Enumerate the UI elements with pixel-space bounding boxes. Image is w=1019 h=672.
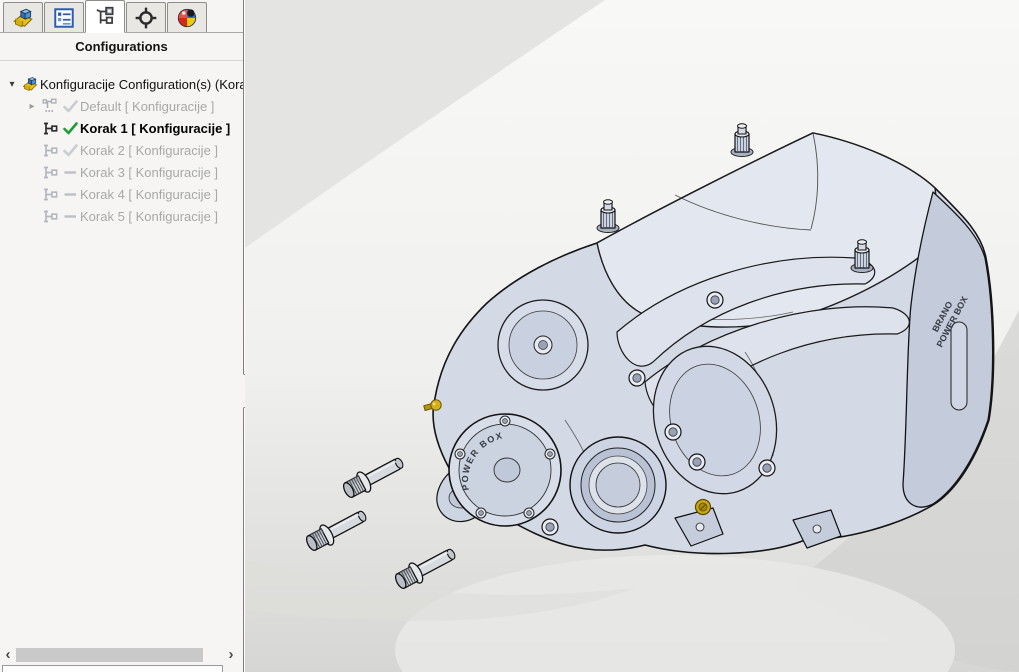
socket-screw-icon xyxy=(542,519,558,535)
configuration-manager-panel: Configurations ▾ Konfiguracije Configura… xyxy=(0,0,244,672)
gold-plug xyxy=(696,500,711,515)
tree-root-label: Konfiguracije Configuration(s) (Kora xyxy=(40,77,243,92)
status-check-icon xyxy=(60,100,80,113)
socket-screw-icon xyxy=(759,460,775,476)
socket-screw-icon xyxy=(629,370,645,386)
configuration-flag-icon xyxy=(40,187,60,202)
front-cap[interactable]: POWER BOX xyxy=(449,414,561,526)
tab-displaymanager[interactable] xyxy=(167,2,207,32)
tree-item-korak-2[interactable]: Korak 2 [ Konfiguracije ] xyxy=(0,139,243,161)
status-check-icon xyxy=(60,144,80,157)
expand-arrow-icon[interactable]: ▾ xyxy=(4,79,20,90)
socket-screw-icon xyxy=(707,292,723,308)
assembly-configurations-icon xyxy=(20,75,40,93)
tab-propertymanager[interactable] xyxy=(44,2,84,32)
configuration-flag-icon xyxy=(40,165,60,180)
socket-screw-icon xyxy=(689,454,705,470)
tree-item-korak-1[interactable]: Korak 1 [ Konfiguracije ] xyxy=(0,117,243,139)
tree-item-korak-4[interactable]: Korak 4 [ Konfiguracije ] xyxy=(0,183,243,205)
derived-config-icon xyxy=(40,98,60,114)
socket-screw-icon xyxy=(665,424,681,440)
dimxpert-icon xyxy=(134,6,158,30)
scroll-right-arrow-icon[interactable]: › xyxy=(224,647,238,664)
tree-item-label: Korak 1 [ Konfiguracije ] xyxy=(80,121,230,136)
configuration-flag-icon xyxy=(40,121,60,136)
tree-item-default[interactable]: ▸ Default [ Konfiguracije ] xyxy=(0,95,243,117)
tab-dimxpertmanager[interactable] xyxy=(126,2,166,32)
display-manager-icon xyxy=(175,6,199,30)
scrollbar-thumb[interactable] xyxy=(16,648,203,662)
configuration-manager-icon xyxy=(93,5,117,29)
panel-horizontal-scrollbar[interactable]: ‹ › xyxy=(0,647,243,664)
property-manager-icon xyxy=(52,6,76,30)
tree-item-label: Korak 5 [ Konfiguracije ] xyxy=(80,209,218,224)
scroll-left-arrow-icon[interactable]: ‹ xyxy=(1,647,15,664)
configuration-flag-icon xyxy=(40,143,60,158)
status-dash-icon xyxy=(60,166,80,179)
configurations-tree: ▾ Konfiguracije Configuration(s) (Kora ▸ xyxy=(0,62,243,227)
status-dash-icon xyxy=(60,188,80,201)
manager-tab-strip xyxy=(0,0,243,33)
front-bore xyxy=(570,437,666,533)
tree-item-label: Korak 4 [ Konfiguracije ] xyxy=(80,187,218,202)
graphics-viewport[interactable]: BRANO POWER BOX xyxy=(245,0,1019,672)
tree-item-korak-3[interactable]: Korak 3 [ Konfiguracije ] xyxy=(0,161,243,183)
tree-root-konfiguracije[interactable]: ▾ Konfiguracije Configuration(s) (Kora xyxy=(0,73,243,95)
tree-item-label: Korak 3 [ Konfiguracije ] xyxy=(80,165,218,180)
tab-configurationmanager[interactable] xyxy=(85,0,125,33)
panel-lower-pane-edge xyxy=(2,665,223,672)
status-dash-icon xyxy=(60,210,80,223)
configurations-header: Configurations xyxy=(0,33,243,61)
tab-featuremanager[interactable] xyxy=(3,2,43,32)
tree-item-label: Default [ Konfiguracije ] xyxy=(80,99,214,114)
feature-tree-icon xyxy=(11,6,35,30)
expand-arrow-icon[interactable]: ▸ xyxy=(24,101,40,112)
configuration-flag-icon xyxy=(40,209,60,224)
status-check-icon xyxy=(60,122,80,135)
tree-item-label: Korak 2 [ Konfiguracije ] xyxy=(80,143,218,158)
tree-item-korak-5[interactable]: Korak 5 [ Konfiguracije ] xyxy=(0,205,243,227)
solidworks-window: Configurations ▾ Konfiguracije Configura… xyxy=(0,0,1019,672)
